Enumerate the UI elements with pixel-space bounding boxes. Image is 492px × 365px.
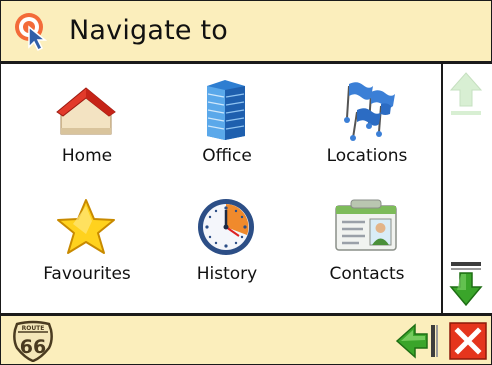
page-title: Navigate to [69,15,228,46]
navigate-target-cursor-icon [15,13,48,51]
office-building-icon [207,80,245,140]
star-icon [57,199,115,254]
back-arrow-icon[interactable] [395,322,441,360]
badge-number: 66 [20,336,46,358]
contact-card-icon [335,199,397,251]
menu-item-history[interactable]: History [157,184,297,302]
menu-item-label: Home [61,146,113,166]
home-icon [56,87,116,135]
locations-flags-icon [344,82,395,141]
menu-item-contacts[interactable]: Contacts [297,184,437,302]
menu-item-label: Contacts [329,264,405,284]
scrollbar [441,64,492,313]
menu-item-locations[interactable]: Locations [297,66,437,184]
badge-route-text: ROUTE [22,325,45,332]
menu-item-favourites[interactable]: Favourites [17,184,157,302]
navigate-to-window: Navigate to Home Office Locations Favour… [0,0,492,365]
clock-icon [198,199,254,255]
menu-item-home[interactable]: Home [17,66,157,184]
title-bar: Navigate to [1,1,491,64]
close-icon[interactable] [449,322,487,360]
route-66-badge[interactable]: ROUTE 66 [11,320,55,362]
destination-grid: Home Office Locations Favourites History… [1,64,441,313]
menu-item-label: Locations [326,146,408,166]
bottom-bar: ROUTE 66 [1,313,491,364]
arrow-up-icon[interactable] [449,70,483,118]
menu-item-label: History [196,264,258,284]
menu-item-label: Favourites [43,264,131,284]
menu-item-office[interactable]: Office [157,66,297,184]
arrow-down-icon[interactable] [449,260,483,308]
menu-item-label: Office [202,146,252,166]
